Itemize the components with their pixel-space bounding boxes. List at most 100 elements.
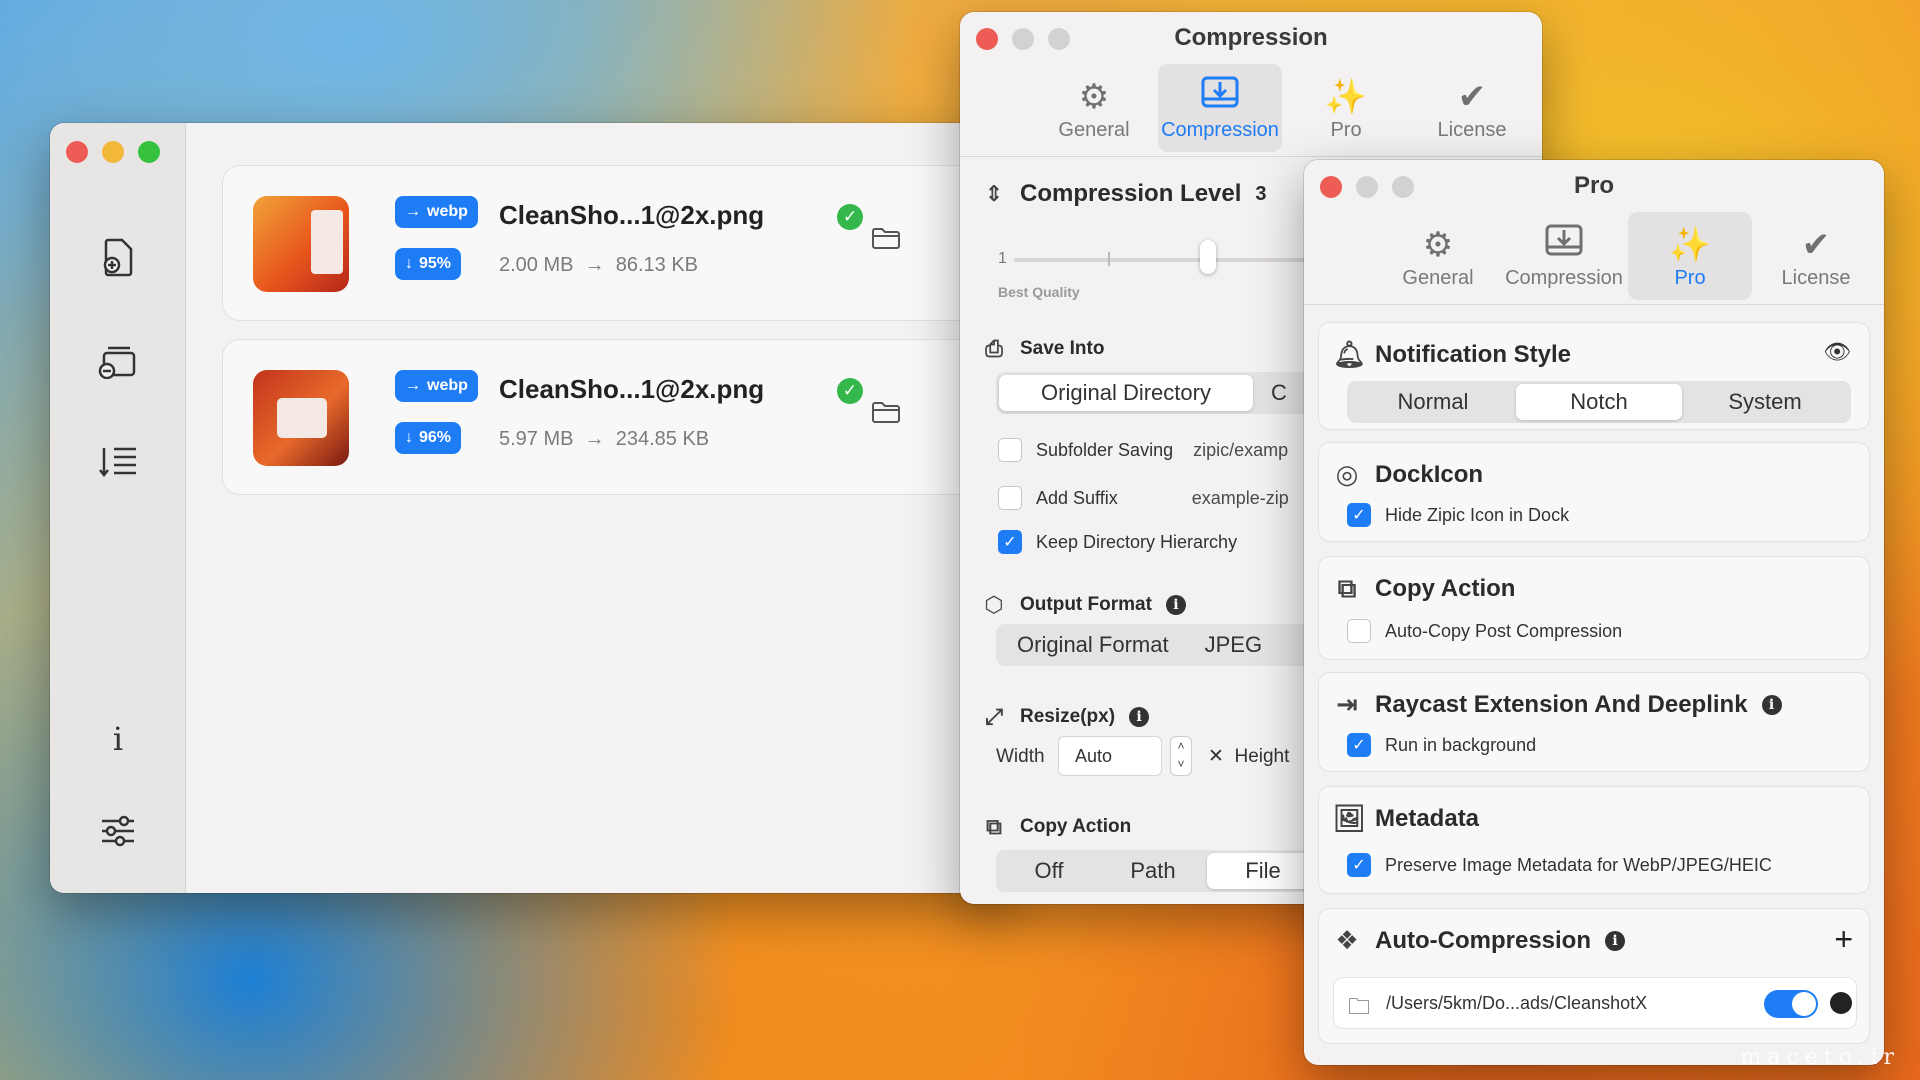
watched-folder-row: 🗀 /Users/5km/Do...ads/CleanshotX	[1333, 977, 1857, 1029]
auto-compression-toggle[interactable]	[1764, 990, 1818, 1018]
keep-hierarchy-checkbox[interactable]: ✓	[998, 530, 1022, 554]
watched-folder-path: /Users/5km/Do...ads/CleanshotX	[1386, 993, 1648, 1013]
subfolder-name-field[interactable]: zipic/examp	[1193, 440, 1288, 461]
info-icon[interactable]: i	[94, 715, 142, 763]
format-badge: → webp	[395, 370, 478, 402]
resize-icon: ⤢	[985, 704, 1003, 729]
info-icon[interactable]: i	[1761, 694, 1782, 715]
file-thumbnail	[253, 196, 349, 292]
raycast-card: ⇥ Raycast Extension And Deeplink i ✓ Run i…	[1318, 672, 1870, 772]
format-badge: → webp	[395, 196, 478, 228]
keep-hierarchy-row: ✓ Keep Directory Hierarchy	[998, 530, 1237, 554]
compression-level-title: ⇕ Compression Level 3	[982, 180, 1267, 208]
option-normal[interactable]: Normal	[1350, 384, 1516, 420]
close-button[interactable]	[66, 141, 88, 163]
output-format-title: ⬡ Output Format i	[982, 592, 1186, 618]
folder-icon: 🗀	[1348, 994, 1371, 1019]
success-check-icon: ✓	[837, 204, 863, 230]
sidebar: i	[50, 123, 186, 893]
magic-wand-icon: ✨	[1324, 77, 1368, 116]
tab-general[interactable]: ⚙ General	[1032, 64, 1156, 152]
remove-folder-button[interactable]	[1830, 992, 1852, 1014]
file-sizes: 2.00 MB → 86.13 KB	[499, 254, 699, 276]
tab-pro[interactable]: ✨ Pro	[1628, 212, 1752, 300]
option-system[interactable]: System	[1682, 384, 1848, 420]
info-icon[interactable]: i	[1129, 707, 1150, 727]
image-icon: 🖼︎	[1333, 803, 1367, 833]
tab-license[interactable]: ✔ License	[1754, 212, 1878, 300]
seal-check-icon: ✔	[1457, 77, 1487, 116]
tab-compression[interactable]: Compression	[1502, 212, 1626, 300]
suffix-field[interactable]: example-zip	[1192, 488, 1289, 509]
run-in-background-row: ✓ Run in background	[1347, 733, 1536, 757]
dock-icon-title: ◎ DockIcon	[1333, 459, 1483, 490]
open-folder-icon[interactable]	[871, 226, 901, 257]
auto-compression-card: ❖ Auto-Compression i + 🗀 /Users/5km/Do...a…	[1318, 908, 1870, 1044]
subfolder-saving-row: Subfolder Saving zipic/examp	[998, 438, 1288, 462]
option-original-format[interactable]: Original Format	[999, 627, 1187, 663]
file-card[interactable]: → webp ↓ 96% CleanSho...1@2x.png ✓ 5.97 MB…	[222, 339, 1010, 495]
tab-pro[interactable]: ✨ Pro	[1284, 64, 1408, 152]
info-icon[interactable]: i	[1605, 930, 1625, 951]
add-suffix-row: Add Suffix example-zip	[998, 486, 1289, 510]
add-suffix-checkbox[interactable]	[998, 486, 1022, 510]
minimize-button[interactable]	[102, 141, 124, 163]
file-name: CleanSho...1@2x.png	[499, 374, 765, 404]
preview-eye-icon[interactable]: 👁︎	[1823, 339, 1851, 365]
auto-copy-checkbox[interactable]	[1347, 619, 1371, 643]
file-thumbnail	[253, 370, 349, 466]
add-file-icon[interactable]	[94, 233, 142, 281]
tray-icon: ⎙	[985, 336, 1003, 361]
layers-icon: ❖	[1335, 925, 1359, 955]
reduction-badge: ↓ 95%	[395, 248, 462, 280]
run-in-background-checkbox[interactable]: ✓	[1347, 733, 1371, 757]
height-label-row: ✕ Height	[1208, 746, 1290, 767]
option-notch[interactable]: Notch	[1516, 384, 1682, 420]
width-stepper[interactable]: ˄ ˅	[1170, 736, 1192, 776]
settings-sliders-icon[interactable]	[94, 807, 142, 855]
slider-min-label: 1	[998, 250, 1007, 267]
copy-icon: ⧉	[986, 814, 1002, 839]
notification-style-title: 🔔︎ Notification Style	[1333, 339, 1572, 369]
option-path[interactable]: Path	[1099, 853, 1207, 889]
tab-compression[interactable]: Compression	[1158, 64, 1282, 152]
open-folder-icon[interactable]	[871, 400, 901, 431]
resize-title: ⤢ Resize(px) i	[982, 704, 1150, 730]
file-name: CleanSho...1@2x.png	[499, 200, 765, 230]
tab-license[interactable]: ✔ License	[1410, 64, 1534, 152]
add-folder-button[interactable]: +	[1834, 921, 1853, 958]
zoom-button[interactable]	[138, 141, 160, 163]
window-controls	[66, 141, 160, 163]
metadata-card: 🖼︎ Metadata ✓ Preserve Image Metadata for…	[1318, 786, 1870, 894]
option-original-directory[interactable]: Original Directory	[999, 375, 1253, 411]
option-off[interactable]: Off	[999, 853, 1099, 889]
cube-icon: ⬡	[984, 592, 1004, 617]
raycast-title: ⇥ Raycast Extension And Deeplink i	[1333, 689, 1782, 720]
width-input[interactable]: Auto	[1058, 736, 1162, 776]
tab-general[interactable]: ⚙ General	[1376, 212, 1500, 300]
magic-wand-icon: ✨	[1668, 225, 1712, 264]
option-file[interactable]: File	[1207, 853, 1319, 889]
auto-copy-row: Auto-Copy Post Compression	[1347, 619, 1622, 643]
copy-action-title: ⧉ Copy Action	[1333, 573, 1516, 605]
option-jpeg[interactable]: JPEG	[1187, 627, 1280, 663]
file-card[interactable]: → webp ↓ 95% CleanSho...1@2x.png ✓ 2.00 MB…	[222, 165, 1010, 321]
copy-action-selector: Off Path File	[996, 850, 1326, 892]
seal-check-icon: ✔	[1801, 225, 1831, 264]
compress-arrows-icon: ⇕	[984, 181, 1004, 206]
slider-thumb[interactable]	[1200, 240, 1216, 274]
settings-tabs: ⚙ General Compression ✨ Pro ✔ License	[1032, 64, 1534, 152]
clear-list-icon[interactable]	[94, 337, 142, 385]
hide-dock-icon-checkbox[interactable]: ✓	[1347, 503, 1371, 527]
subfolder-saving-checkbox[interactable]	[998, 438, 1022, 462]
main-window: i → webp ↓ 95% CleanSho...1@2x.png ✓ 2.00 …	[50, 123, 1010, 893]
preserve-metadata-checkbox[interactable]: ✓	[1347, 853, 1371, 877]
download-tray-icon	[1544, 223, 1584, 267]
link-icon: ⇥	[1336, 689, 1358, 719]
width-label: Width	[996, 746, 1045, 767]
info-icon[interactable]: i	[1165, 595, 1186, 615]
window-title: Compression	[1174, 24, 1328, 51]
sort-list-icon[interactable]	[94, 437, 142, 485]
dock-icon-card: ◎ DockIcon ✓ Hide Zipic Icon in Dock	[1318, 442, 1870, 542]
option-custom-directory[interactable]: C	[1253, 375, 1305, 411]
